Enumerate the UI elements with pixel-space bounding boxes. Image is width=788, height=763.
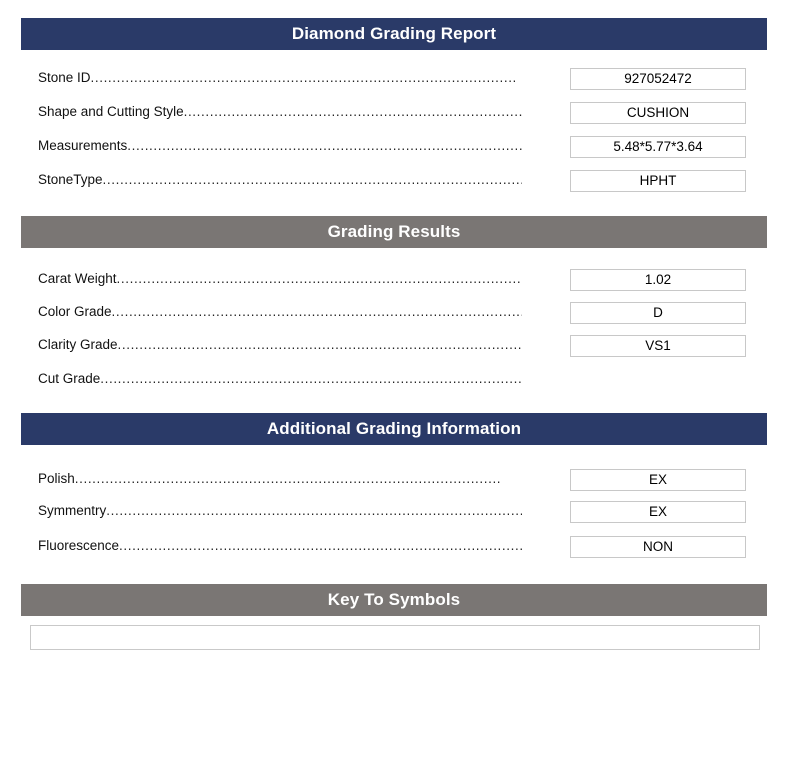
- section-header-grading-results: Grading Results: [21, 216, 767, 248]
- row-stone-type: StoneType...............................…: [38, 170, 750, 192]
- label-text: Fluorescence: [38, 538, 120, 553]
- dot-leader: ........................................…: [127, 138, 522, 153]
- row-measurements: Measurements............................…: [38, 136, 750, 158]
- label-text: Color Grade: [38, 304, 112, 319]
- row-label-symmetry: Symmentry...............................…: [38, 501, 522, 523]
- dot-leader: ........................................…: [117, 337, 522, 352]
- label-text: Measurements: [38, 138, 128, 153]
- row-shape-and-cutting-style: Shape and Cutting Style.................…: [38, 102, 750, 124]
- label-text: Stone ID: [38, 70, 91, 85]
- dot-leader: ........................................…: [111, 304, 522, 319]
- row-fluorescence: Fluorescence............................…: [38, 536, 750, 558]
- value-clarity-grade[interactable]: VS1: [570, 335, 746, 357]
- dot-leader: ........................................…: [116, 271, 522, 286]
- dot-leader: ........................................…: [106, 503, 522, 518]
- value-measurements[interactable]: 5.48*5.77*3.64: [570, 136, 746, 158]
- value-symmetry[interactable]: EX: [570, 501, 746, 523]
- value-stone-type[interactable]: HPHT: [570, 170, 746, 192]
- value-cut-grade: [570, 369, 746, 391]
- row-clarity-grade: Clarity Grade...........................…: [38, 335, 750, 357]
- label-text: Clarity Grade: [38, 337, 118, 352]
- row-label-clarity-grade: Clarity Grade...........................…: [38, 335, 522, 357]
- row-label-stone-type: StoneType...............................…: [38, 170, 522, 192]
- row-label-shape-and-cutting-style: Shape and Cutting Style.................…: [38, 102, 522, 124]
- dot-leader: ........................................…: [100, 371, 522, 386]
- value-fluorescence[interactable]: NON: [570, 536, 746, 558]
- row-polish: Polish..................................…: [38, 469, 750, 491]
- dot-leader: ........................................…: [102, 172, 522, 187]
- value-polish[interactable]: EX: [570, 469, 746, 491]
- value-color-grade[interactable]: D: [570, 302, 746, 324]
- diamond-grading-report-page: Diamond Grading Report Stone ID.........…: [0, 0, 788, 763]
- section-header-key-to-symbols: Key To Symbols: [21, 584, 767, 616]
- row-symmetry: Symmentry...............................…: [38, 501, 750, 523]
- dot-leader: ........................................…: [119, 538, 522, 553]
- row-carat-weight: Carat Weight............................…: [38, 269, 750, 291]
- label-text: Carat Weight: [38, 271, 117, 286]
- row-label-cut-grade: Cut Grade...............................…: [38, 369, 522, 391]
- label-text: Polish: [38, 471, 75, 486]
- label-text: Symmentry: [38, 503, 107, 518]
- dot-leader: ........................................…: [90, 70, 517, 85]
- label-text: StoneType: [38, 172, 103, 187]
- row-stone-id: Stone ID................................…: [38, 68, 750, 90]
- row-label-carat-weight: Carat Weight............................…: [38, 269, 522, 291]
- row-label-polish: Polish..................................…: [38, 469, 522, 491]
- section-header-additional-grading-information: Additional Grading Information: [21, 413, 767, 445]
- dot-leader: ........................................…: [74, 471, 502, 486]
- value-shape-and-cutting-style[interactable]: CUSHION: [570, 102, 746, 124]
- dot-leader: ........................................…: [183, 104, 522, 119]
- section-header-diamond-grading-report: Diamond Grading Report: [21, 18, 767, 50]
- row-label-color-grade: Color Grade.............................…: [38, 302, 522, 324]
- key-to-symbols-box[interactable]: [30, 625, 760, 650]
- row-label-measurements: Measurements............................…: [38, 136, 522, 158]
- row-color-grade: Color Grade.............................…: [38, 302, 750, 324]
- label-text: Cut Grade: [38, 371, 101, 386]
- value-stone-id[interactable]: 927052472: [570, 68, 746, 90]
- row-label-fluorescence: Fluorescence............................…: [38, 536, 522, 558]
- value-carat-weight[interactable]: 1.02: [570, 269, 746, 291]
- label-text: Shape and Cutting Style: [38, 104, 184, 119]
- row-cut-grade: Cut Grade...............................…: [38, 369, 750, 391]
- row-label-stone-id: Stone ID................................…: [38, 68, 522, 90]
